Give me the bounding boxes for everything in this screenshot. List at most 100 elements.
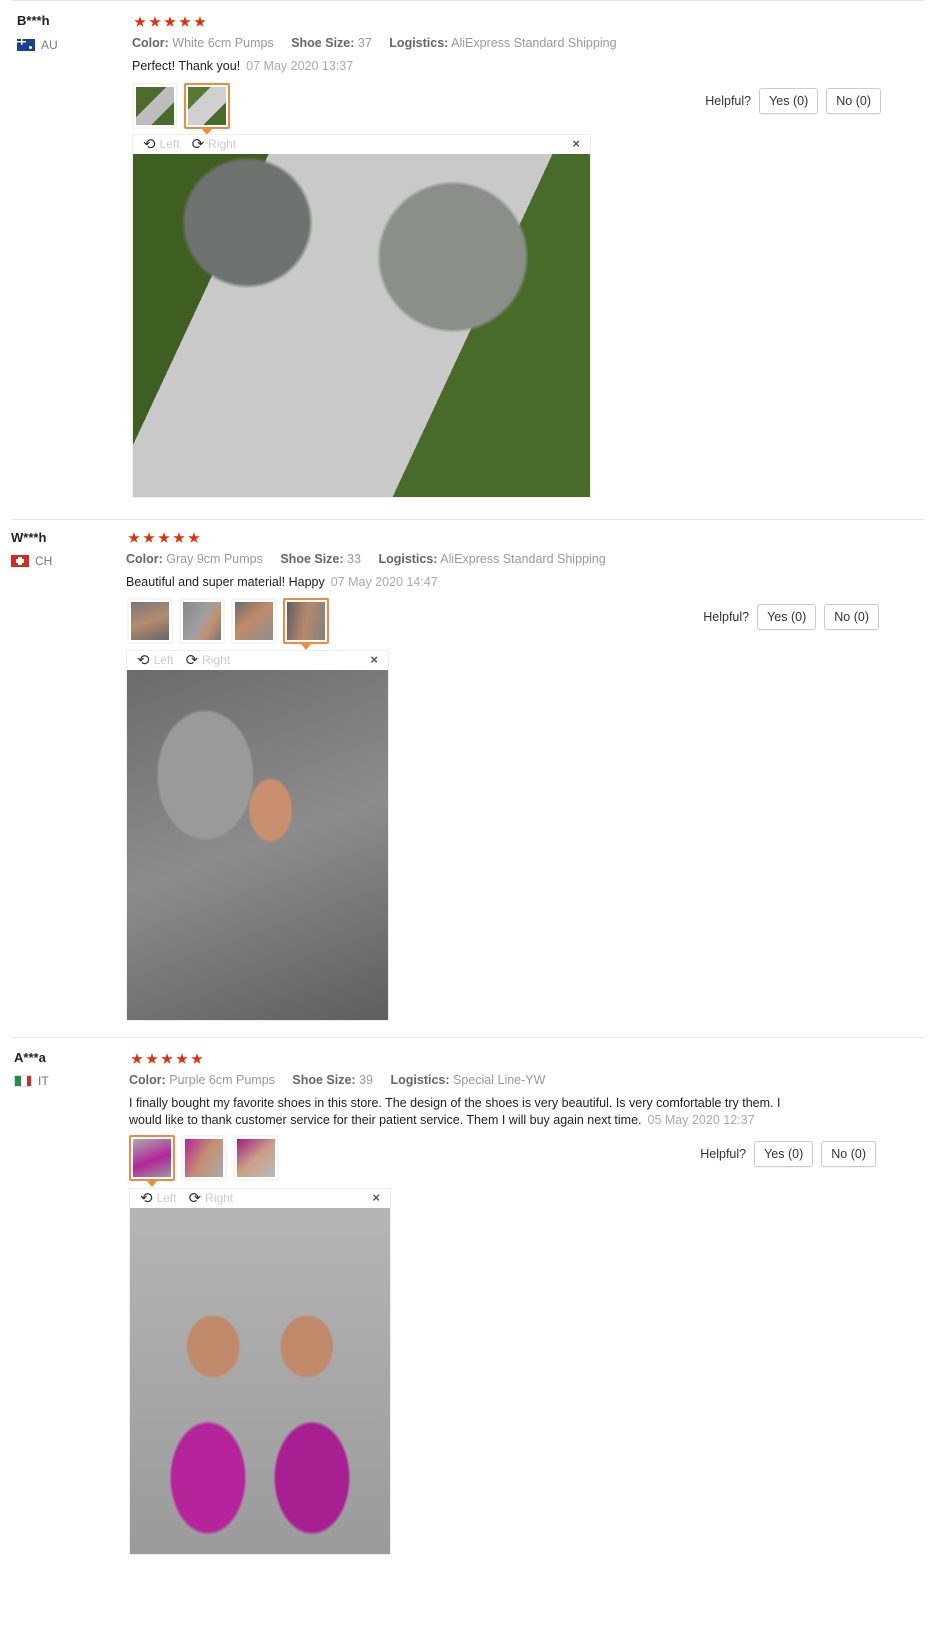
helpful-vote: Helpful? Yes (0) No (0)	[700, 1141, 876, 1167]
photo-thumbnail-active[interactable]	[283, 598, 329, 650]
star-icon	[128, 532, 140, 543]
photo-thumbnail-active[interactable]	[129, 1135, 175, 1187]
photo-thumbnail[interactable]	[127, 598, 173, 644]
star-icon	[143, 532, 155, 543]
rotate-left-icon[interactable]: ⟲	[143, 137, 156, 152]
review-date: 07 May 2020 13:37	[246, 59, 354, 73]
size-value: 37	[357, 36, 372, 50]
review-item: A***a IT Color: Purple 6cm Pumps Shoe Si…	[0, 1038, 944, 1646]
helpful-label: Helpful?	[705, 94, 752, 108]
photo-thumbnails	[132, 83, 230, 135]
color-label: Color:	[132, 36, 169, 50]
comment-text: Beautiful and super material! Happy	[126, 575, 325, 589]
logistics-label: Logistics:	[390, 1073, 450, 1087]
photo-thumbnail[interactable]	[132, 83, 178, 129]
helpful-no-button[interactable]: No (0)	[824, 604, 879, 630]
size-value: 33	[347, 552, 361, 566]
star-rating	[134, 16, 206, 28]
rotate-left-label[interactable]: Left	[157, 1191, 177, 1205]
color-label: Color:	[126, 552, 163, 566]
reviewer-name: W***h	[11, 530, 47, 545]
star-icon	[164, 16, 176, 27]
color-value: White 6cm Pumps	[172, 36, 274, 50]
helpful-no-button[interactable]: No (0)	[821, 1141, 876, 1167]
country-code: AU	[41, 38, 58, 52]
helpful-label: Helpful?	[700, 1147, 747, 1161]
helpful-vote: Helpful? Yes (0) No (0)	[703, 604, 879, 630]
star-icon	[191, 1053, 203, 1064]
rotate-left-label[interactable]: Left	[154, 653, 174, 667]
logistics-label: Logistics:	[378, 552, 438, 566]
reviewer-country: CH	[11, 554, 52, 568]
it-flag-icon	[14, 1075, 32, 1087]
ch-flag-icon	[11, 555, 29, 567]
star-icon	[134, 16, 146, 27]
star-icon	[146, 1053, 158, 1064]
star-rating	[131, 1053, 203, 1065]
photo-viewer: ⟲ Left ⟳ Right ×	[126, 650, 389, 1021]
photo-thumbnail[interactable]	[181, 1135, 227, 1181]
star-icon	[131, 1053, 143, 1064]
close-icon[interactable]: ×	[572, 136, 580, 151]
size-value: 39	[359, 1073, 373, 1087]
color-value: Gray 9cm Pumps	[166, 552, 263, 566]
rotate-left-icon[interactable]: ⟲	[140, 1191, 153, 1206]
photo-thumbnail[interactable]	[179, 598, 225, 644]
country-code: CH	[35, 554, 53, 568]
review-photo	[127, 670, 388, 1020]
logistics-value: AliExpress Standard Shipping	[451, 36, 617, 50]
star-icon	[194, 16, 206, 27]
star-icon	[158, 532, 170, 543]
photo-viewer: ⟲ Left ⟳ Right ×	[132, 134, 591, 498]
order-attributes: Color: Gray 9cm Pumps Shoe Size: 33 Logi…	[126, 552, 606, 566]
review-comment: Perfect! Thank you! 07 May 2020 13:37	[132, 58, 772, 75]
review-photo	[133, 154, 590, 497]
logistics-value: AliExpress Standard Shipping	[440, 552, 606, 566]
helpful-no-button[interactable]: No (0)	[826, 88, 881, 114]
review-comment: Beautiful and super material! Happy 07 Ma…	[126, 574, 766, 591]
photo-thumbnail[interactable]	[233, 1135, 279, 1181]
review-item: B***h AU Color: White 6cm Pumps Shoe Siz…	[0, 0, 944, 520]
review-photo	[130, 1208, 390, 1554]
review-date: 07 May 2020 14:47	[330, 575, 438, 589]
color-value: Purple 6cm Pumps	[169, 1073, 275, 1087]
helpful-vote: Helpful? Yes (0) No (0)	[705, 88, 881, 114]
rotate-left-icon[interactable]: ⟲	[137, 653, 150, 668]
helpful-yes-button[interactable]: Yes (0)	[759, 88, 819, 114]
logistics-label: Logistics:	[389, 36, 449, 50]
review-item: W***h CH Color: Gray 9cm Pumps Shoe Size…	[0, 520, 944, 1038]
color-label: Color:	[129, 1073, 166, 1087]
review-date: 05 May 2020 12:37	[647, 1113, 755, 1127]
viewer-toolbar: ⟲ Left ⟳ Right ×	[127, 651, 388, 669]
rotate-right-label[interactable]: Right	[208, 137, 236, 151]
star-icon	[149, 16, 161, 27]
logistics-value: Special Line-YW	[453, 1073, 546, 1087]
rotate-right-label[interactable]: Right	[202, 653, 230, 667]
star-icon	[176, 1053, 188, 1064]
au-flag-icon	[17, 39, 35, 51]
helpful-yes-button[interactable]: Yes (0)	[754, 1141, 814, 1167]
viewer-toolbar: ⟲ Left ⟳ Right ×	[130, 1189, 390, 1207]
reviewer-name: A***a	[14, 1050, 46, 1065]
helpful-label: Helpful?	[703, 610, 750, 624]
helpful-yes-button[interactable]: Yes (0)	[757, 604, 817, 630]
rotate-left-label[interactable]: Left	[160, 137, 180, 151]
star-icon	[188, 532, 200, 543]
rotate-right-label[interactable]: Right	[205, 1191, 233, 1205]
order-attributes: Color: White 6cm Pumps Shoe Size: 37 Log…	[132, 36, 617, 50]
star-icon	[173, 532, 185, 543]
rotate-right-icon[interactable]: ⟳	[189, 1191, 202, 1206]
photo-thumbnails	[129, 1135, 279, 1187]
rotate-right-icon[interactable]: ⟳	[186, 653, 199, 668]
size-label: Shoe Size:	[280, 552, 344, 566]
photo-viewer: ⟲ Left ⟳ Right ×	[129, 1188, 391, 1555]
photo-thumbnail[interactable]	[231, 598, 277, 644]
star-icon	[161, 1053, 173, 1064]
photo-thumbnail-active[interactable]	[184, 83, 230, 135]
star-icon	[179, 16, 191, 27]
close-icon[interactable]: ×	[370, 652, 378, 667]
reviewer-name: B***h	[17, 13, 50, 28]
rotate-right-icon[interactable]: ⟳	[192, 137, 205, 152]
viewer-toolbar: ⟲ Left ⟳ Right ×	[133, 135, 590, 153]
close-icon[interactable]: ×	[372, 1190, 380, 1205]
